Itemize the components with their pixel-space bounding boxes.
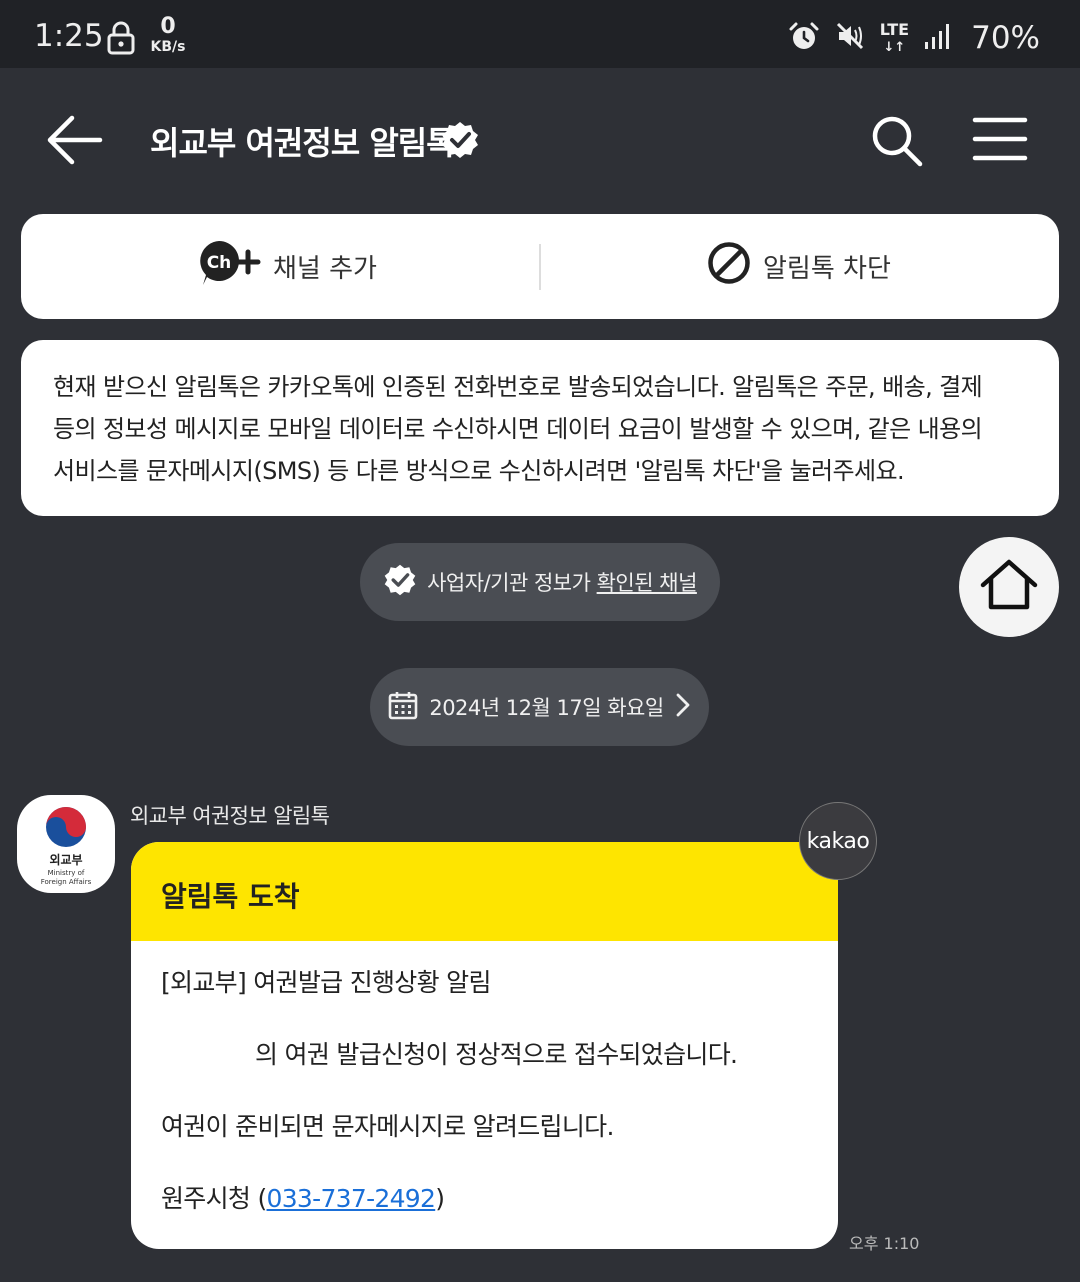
message-line: 여권이 준비되면 문자메시지로 알려드립니다. [161,1112,614,1141]
bubble-header: 알림톡 도착 [131,842,838,941]
notice-text: 현재 받으신 알림톡은 카카오톡에 인증된 전화번호로 발송되었습니다. 알림톡… [53,373,983,485]
kakao-badge: kakao [799,802,877,880]
home-icon [979,557,1039,617]
phone-link[interactable]: 033-737-2492 [267,1184,436,1213]
net-speed: 0 KB/s [150,14,186,55]
taegeuk-logo-icon [46,807,86,847]
message-bubble[interactable]: 알림톡 도착 [외교부] 여권발급 진행상황 알림 의 여권 발급신청이 정상적… [131,842,838,1249]
sender-avatar[interactable]: 외교부 Ministry of Foreign Affairs [17,795,115,893]
chat-header: 외교부 여권정보 알림톡 [0,68,1080,210]
message-line: [외교부] 여권발급 진행상황 알림 [161,968,491,997]
channel-action-card: Ch 채널 추가 알림톡 차단 [21,214,1059,319]
status-bar: 1:25 0 KB/s LTE ↓↑ 70% [0,0,1080,68]
search-icon[interactable] [870,114,924,172]
chevron-right-icon [674,692,692,723]
verified-channel-link[interactable]: 확인된 채널 [597,571,698,595]
battery-level: 70% [971,20,1040,56]
action-divider [539,244,541,290]
status-time: 1:25 [34,18,104,54]
lock-icon [106,20,136,60]
add-channel-button[interactable]: Ch 채널 추가 [197,214,377,319]
sender-name: 외교부 여권정보 알림톡 [130,804,330,828]
signal-icon [923,21,953,55]
verified-prefix: 사업자/기관 정보가 [427,571,591,595]
date-label: 2024년 12월 17일 화요일 [429,696,664,720]
verified-badge-icon [440,120,480,164]
message-time: 오후 1:10 [849,1234,920,1253]
message-line: 의 여권 발급신청이 정상적으로 접수되었습니다. [255,1040,738,1069]
calendar-icon [387,689,419,726]
bubble-body: [외교부] 여권발급 진행상황 알림 의 여권 발급신청이 정상적으로 접수되었… [131,941,838,1249]
add-channel-label: 채널 추가 [273,254,377,284]
message-line: 원주시청 (033-737-2492) [161,1184,445,1213]
notice-card: 현재 받으신 알림톡은 카카오톡에 인증된 전화번호로 발송되었습니다. 알림톡… [21,340,1059,516]
alarm-icon [788,20,820,56]
verified-channel-pill: 사업자/기관 정보가 확인된 채널 [360,543,720,621]
home-button[interactable] [959,537,1059,637]
date-pill[interactable]: 2024년 12월 17일 화요일 [370,668,709,746]
avatar-org-label: 외교부 [49,853,83,867]
verified-check-icon [383,563,417,602]
lte-indicator: LTE ↓↑ [879,20,910,55]
block-notification-button[interactable]: 알림톡 차단 [707,214,891,319]
avatar-sub-label: Ministry of Foreign Affairs [40,869,92,886]
back-arrow-icon[interactable] [44,112,104,168]
block-label: 알림톡 차단 [763,254,891,284]
mute-icon [834,20,866,56]
block-icon [707,241,751,292]
channel-add-icon: Ch [197,239,261,294]
chat-title: 외교부 여권정보 알림톡 [150,124,456,162]
menu-icon[interactable] [972,116,1028,166]
svg-text:Ch: Ch [207,253,232,273]
